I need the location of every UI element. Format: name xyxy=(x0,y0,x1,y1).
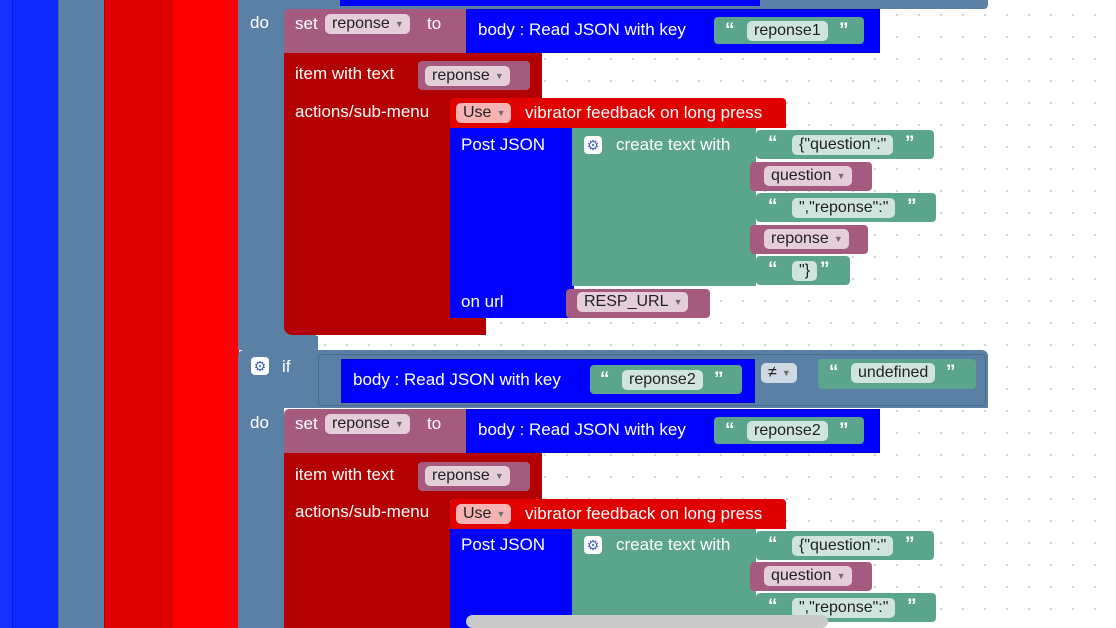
do-label-2: do xyxy=(250,413,269,432)
quote-open-icon: “ xyxy=(829,362,839,383)
vibrator-label-2: vibrator feedback on long press xyxy=(525,504,763,523)
chevron-down-icon: ▼ xyxy=(673,297,683,307)
quote-open-icon: “ xyxy=(725,20,735,41)
gear-icon[interactable]: ⚙ xyxy=(584,536,602,554)
text-part-1-field-b[interactable]: {"question":" xyxy=(792,536,894,556)
question-dropdown-b[interactable]: question ▼ xyxy=(764,566,852,586)
to-label-2: to xyxy=(427,414,442,433)
text-part-3-field-a[interactable]: "} xyxy=(792,261,818,281)
key-text-field-2[interactable]: reponse2 xyxy=(622,370,703,390)
if-block-1-inner-top xyxy=(340,0,760,6)
vibrator-label-1: vibrator feedback on long press xyxy=(525,103,763,122)
chevron-down-icon: ▼ xyxy=(496,108,506,118)
create-text-label-1: create text with xyxy=(616,135,731,154)
set-label-2: set xyxy=(295,414,318,433)
on-url-label-1: on url xyxy=(461,292,504,311)
key-text-field-3[interactable]: reponse2 xyxy=(747,421,828,441)
variable-dropdown-item-text-1[interactable]: reponse ▼ xyxy=(425,66,510,86)
undefined-text-field[interactable]: undefined xyxy=(851,363,936,383)
post-json-label-1: Post JSON xyxy=(461,135,546,154)
use-dropdown-2[interactable]: Use ▼ xyxy=(456,504,512,524)
quote-close-icon: ” xyxy=(946,362,956,383)
url-dropdown-1[interactable]: RESP_URL ▼ xyxy=(577,292,689,312)
chevron-down-icon: ▼ xyxy=(781,368,791,378)
chevron-down-icon: ▼ xyxy=(836,571,846,581)
text-part-1-field-a[interactable]: {"question":" xyxy=(792,135,894,155)
quote-close-icon: ” xyxy=(839,420,849,441)
quote-close-icon: ” xyxy=(714,369,724,390)
quote-open-icon: “ xyxy=(768,196,778,217)
procedure-block-column[interactable] xyxy=(104,0,172,628)
actions-label-1: actions/sub-menu xyxy=(295,102,430,121)
compare-operator-dropdown[interactable]: ≠ ▼ xyxy=(761,363,797,383)
actions-label-2: actions/sub-menu xyxy=(295,502,430,521)
quote-open-icon: “ xyxy=(600,369,610,390)
outer-loop-edge xyxy=(0,0,13,628)
if-block-1-bottom xyxy=(238,336,318,350)
item-with-text-label-1: item with text xyxy=(295,64,395,83)
post-json-label-2: Post JSON xyxy=(461,535,546,554)
to-label-1: to xyxy=(427,14,442,33)
chevron-down-icon: ▼ xyxy=(833,234,843,244)
quote-close-icon: ” xyxy=(839,20,849,41)
do-label-1: do xyxy=(250,13,269,32)
create-text-label-2: create text with xyxy=(616,535,731,554)
gear-icon[interactable]: ⚙ xyxy=(251,357,269,375)
quote-open-icon: “ xyxy=(768,596,778,617)
set-label-1: set xyxy=(295,14,318,33)
chevron-down-icon: ▼ xyxy=(494,471,504,481)
quote-close-icon: ” xyxy=(907,596,917,617)
item-with-text-label-2: item with text xyxy=(295,465,395,484)
quote-open-icon: “ xyxy=(768,534,778,555)
menu-item-block-1-body xyxy=(284,101,450,335)
read-json-label-3: body : Read JSON with key xyxy=(478,420,686,439)
gear-icon[interactable]: ⚙ xyxy=(584,136,602,154)
quote-close-icon: ” xyxy=(907,196,917,217)
quote-close-icon: ” xyxy=(905,133,915,154)
menu-block-column[interactable] xyxy=(171,0,239,628)
quote-open-icon: “ xyxy=(768,133,778,154)
question-dropdown-a[interactable]: question ▼ xyxy=(764,166,852,186)
variable-dropdown-set-1[interactable]: reponse ▼ xyxy=(325,14,410,34)
chevron-down-icon: ▼ xyxy=(836,171,846,181)
if-block-2-body xyxy=(238,408,284,628)
menu-item-block-1-foot xyxy=(450,318,486,335)
key-text-field-1[interactable]: reponse1 xyxy=(747,21,828,41)
quote-close-icon: ” xyxy=(820,259,830,280)
chevron-down-icon: ▼ xyxy=(394,419,404,429)
if-label-2: if xyxy=(282,357,291,376)
reponse-dropdown-a[interactable]: reponse ▼ xyxy=(764,229,849,249)
horizontal-scrollbar[interactable] xyxy=(466,615,828,628)
read-json-label-2: body : Read JSON with key xyxy=(353,370,561,389)
variable-dropdown-item-text-2[interactable]: reponse ▼ xyxy=(425,466,510,486)
read-json-label-1: body : Read JSON with key xyxy=(478,20,686,39)
use-dropdown-1[interactable]: Use ▼ xyxy=(456,103,512,123)
chevron-down-icon: ▼ xyxy=(494,71,504,81)
chevron-down-icon: ▼ xyxy=(496,509,506,519)
variable-dropdown-set-2[interactable]: reponse ▼ xyxy=(325,414,410,434)
logic-block-column[interactable] xyxy=(58,0,105,628)
quote-open-icon: “ xyxy=(768,259,778,280)
chevron-down-icon: ▼ xyxy=(394,19,404,29)
text-part-2-field-a[interactable]: ","reponse":" xyxy=(792,198,896,218)
quote-open-icon: “ xyxy=(725,420,735,441)
quote-close-icon: ” xyxy=(905,534,915,555)
